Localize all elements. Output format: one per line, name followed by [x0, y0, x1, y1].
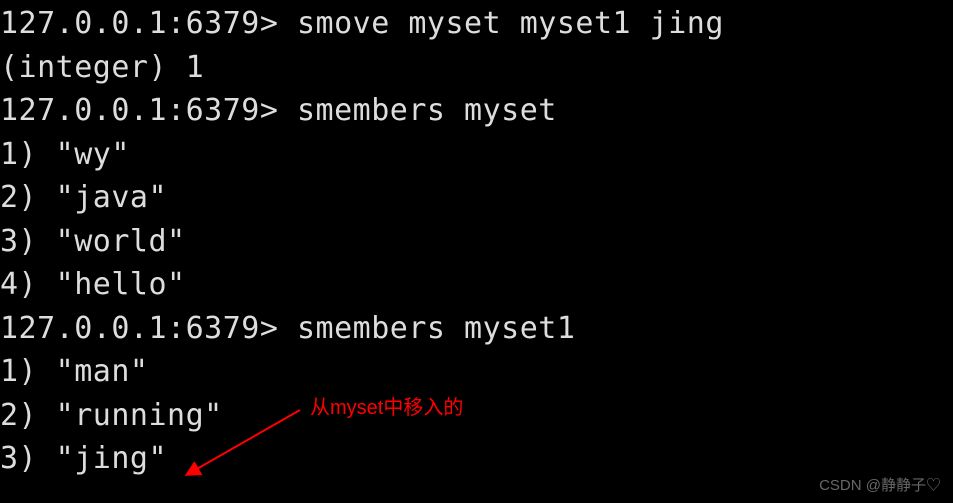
watermark-text: CSDN @静静子♡	[819, 475, 941, 497]
terminal-output[interactable]: 127.0.0.1:6379> smove myset myset1 jing …	[0, 2, 953, 481]
command-line: 127.0.0.1:6379> smove myset myset1 jing	[0, 2, 953, 46]
output-line: 3) "world"	[0, 220, 953, 264]
output-line: 2) "running"	[0, 394, 953, 438]
output-line: 1) "wy"	[0, 133, 953, 177]
annotation-text: 从myset中移入的	[310, 394, 463, 423]
output-line: 3) "jing"	[0, 437, 953, 481]
command-line: 127.0.0.1:6379> smembers myset1	[0, 307, 953, 351]
output-line: 2) "java"	[0, 176, 953, 220]
output-line: (integer) 1	[0, 46, 953, 90]
output-line: 1) "man"	[0, 350, 953, 394]
output-line: 4) "hello"	[0, 263, 953, 307]
command-line: 127.0.0.1:6379> smembers myset	[0, 89, 953, 133]
